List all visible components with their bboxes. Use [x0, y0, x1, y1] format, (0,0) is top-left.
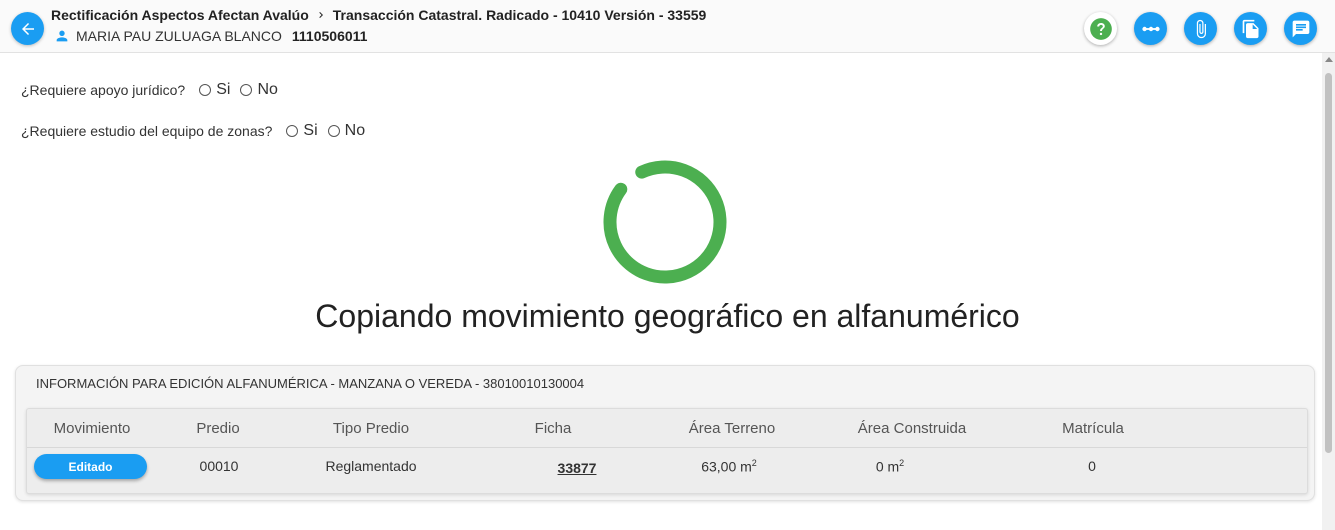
user-name: MARIA PAU ZULUAGA BLANCO	[76, 28, 282, 44]
breadcrumb: Rectificación Aspectos Afectan Avalúo Tr…	[51, 7, 706, 23]
cell-predio: 00010	[199, 458, 239, 474]
question-legal-support: ¿Requiere apoyo jurídico? Si No	[21, 81, 278, 99]
scroll-up-arrow-icon[interactable]	[1325, 57, 1333, 62]
column-header-area-terreno: Área Terreno	[688, 420, 776, 437]
vertical-scrollbar[interactable]	[1322, 53, 1335, 530]
loading-message: Copiando movimiento geográfico en alfanu…	[315, 298, 1020, 334]
person-icon	[56, 30, 68, 42]
scroll-thumb[interactable]	[1325, 73, 1332, 453]
question-label: ¿Requiere apoyo jurídico?	[21, 82, 186, 98]
documents-button[interactable]	[1234, 12, 1267, 45]
panel-title: INFORMACIÓN PARA EDICIÓN ALFANUMÉRICA - …	[36, 376, 585, 391]
question-zones-study: ¿Requiere estudio del equipo de zonas? S…	[21, 122, 365, 140]
cell-area-construida: 0 m2	[875, 458, 905, 475]
alphanumeric-edit-panel: INFORMACIÓN PARA EDICIÓN ALFANUMÉRICA - …	[15, 365, 1315, 501]
comments-button[interactable]	[1284, 12, 1317, 45]
cell-matricula: 0	[1088, 458, 1096, 474]
comments-icon	[1292, 20, 1309, 37]
column-header-area-construida: Área Construida	[857, 420, 967, 437]
back-button[interactable]	[11, 12, 44, 45]
help-icon	[1089, 17, 1112, 40]
legal-support-no-radio[interactable]: No	[240, 81, 278, 99]
properties-table: Movimiento Predio Tipo Predio Ficha Área…	[26, 408, 1308, 494]
legal-support-yes-radio[interactable]: Si	[199, 81, 230, 99]
breadcrumb-item-process[interactable]: Rectificación Aspectos Afectan Avalúo	[51, 7, 309, 23]
column-header-tipo-predio: Tipo Predio	[332, 420, 410, 437]
column-header-matricula: Matrícula	[1062, 420, 1124, 437]
zones-study-no-radio[interactable]: No	[327, 122, 365, 140]
documents-icon	[1242, 19, 1258, 38]
header-actions	[1084, 12, 1317, 45]
loading-spinner	[603, 160, 727, 284]
spinner-arc	[603, 160, 727, 284]
header-bar: Rectificación Aspectos Afectan Avalúo Tr…	[0, 0, 1335, 53]
attachment-button[interactable]	[1184, 12, 1217, 45]
breadcrumb-item-transaction: Transacción Catastral. Radicado - 10410 …	[332, 7, 707, 23]
user-id: 1110506011	[291, 28, 368, 44]
arrow-left-icon	[21, 22, 34, 35]
cell-area-terreno: 63,00 m2	[701, 458, 757, 475]
help-button[interactable]	[1084, 12, 1117, 45]
zones-study-yes-radio[interactable]: Si	[286, 122, 318, 140]
column-header-ficha: Ficha	[534, 420, 572, 437]
ficha-link[interactable]: 33877	[558, 460, 597, 476]
chevron-right-icon	[315, 9, 327, 21]
header-divider	[27, 447, 1307, 448]
user-info: MARIA PAU ZULUAGA BLANCO 1110506011	[54, 28, 367, 44]
column-header-movimiento: Movimiento	[53, 420, 131, 437]
attachment-icon	[1196, 19, 1206, 38]
timeline-button[interactable]	[1134, 12, 1167, 45]
question-label: ¿Requiere estudio del equipo de zonas?	[21, 123, 273, 139]
movement-status-button[interactable]: Editado	[34, 454, 147, 479]
column-header-predio: Predio	[196, 420, 240, 437]
timeline-icon	[1141, 26, 1160, 31]
cell-tipo-predio: Reglamentado	[325, 458, 417, 474]
